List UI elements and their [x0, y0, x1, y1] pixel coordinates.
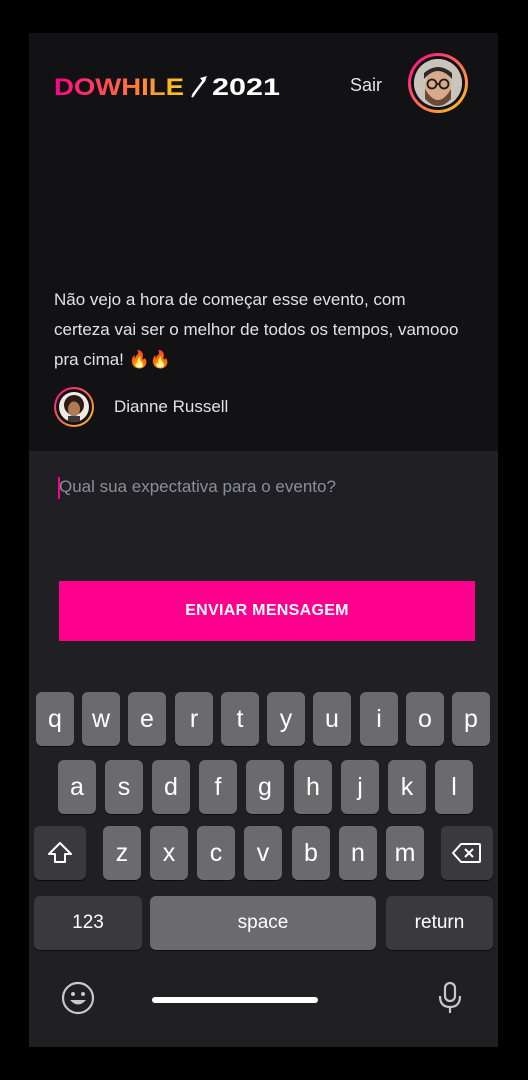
message-author: Dianne Russell: [54, 387, 228, 427]
key-n[interactable]: n: [339, 826, 377, 880]
svg-text:DOWHILE: DOWHILE: [54, 74, 184, 101]
key-c[interactable]: c: [197, 826, 235, 880]
numbers-key[interactable]: 123: [34, 896, 142, 950]
key-q[interactable]: q: [36, 692, 74, 746]
key-m[interactable]: m: [386, 826, 424, 880]
key-d[interactable]: d: [152, 760, 190, 814]
key-f[interactable]: f: [199, 760, 237, 814]
key-w[interactable]: w: [82, 692, 120, 746]
key-v[interactable]: v: [244, 826, 282, 880]
key-h[interactable]: h: [294, 760, 332, 814]
text-cursor: [58, 477, 60, 499]
author-avatar: [54, 387, 94, 427]
send-message-button[interactable]: ENVIAR MENSAGEM: [59, 581, 475, 641]
key-t[interactable]: t: [221, 692, 259, 746]
key-z[interactable]: z: [103, 826, 141, 880]
message-input[interactable]: Qual sua expectativa para o evento?: [59, 475, 336, 499]
key-l[interactable]: l: [435, 760, 473, 814]
user-avatar[interactable]: [408, 53, 468, 113]
key-a[interactable]: a: [58, 760, 96, 814]
author-name: Dianne Russell: [114, 397, 229, 416]
key-p[interactable]: p: [452, 692, 490, 746]
space-key[interactable]: space: [150, 896, 376, 950]
on-screen-keyboard: q w e r t y u i o p a s d f g h j k l z …: [29, 681, 498, 1047]
shift-key[interactable]: [34, 826, 86, 880]
key-i[interactable]: i: [360, 692, 398, 746]
app-screen: DOWHILE 2021 Sair Não vejo a hora de com…: [29, 33, 498, 1047]
dowhile-logo: DOWHILE 2021: [54, 71, 280, 101]
key-r[interactable]: r: [175, 692, 213, 746]
backspace-icon: [452, 843, 481, 863]
message-composer: Qual sua expectativa para o evento? ENVI…: [29, 451, 498, 681]
key-s[interactable]: s: [105, 760, 143, 814]
key-g[interactable]: g: [246, 760, 284, 814]
emoji-icon[interactable]: [61, 981, 95, 1020]
return-key[interactable]: return: [386, 896, 493, 950]
key-o[interactable]: o: [406, 692, 444, 746]
key-y[interactable]: y: [267, 692, 305, 746]
logout-button[interactable]: Sair: [350, 73, 382, 97]
message-text: Não vejo a hora de começar esse evento, …: [54, 290, 459, 369]
key-j[interactable]: j: [341, 760, 379, 814]
key-u[interactable]: u: [313, 692, 351, 746]
shift-icon: [48, 842, 72, 863]
key-k[interactable]: k: [388, 760, 426, 814]
key-x[interactable]: x: [150, 826, 188, 880]
home-indicator: [152, 997, 318, 1003]
microphone-icon[interactable]: [437, 981, 463, 1020]
svg-text:2021: 2021: [212, 74, 280, 101]
key-e[interactable]: e: [128, 692, 166, 746]
backspace-key[interactable]: [441, 826, 493, 880]
key-b[interactable]: b: [292, 826, 330, 880]
